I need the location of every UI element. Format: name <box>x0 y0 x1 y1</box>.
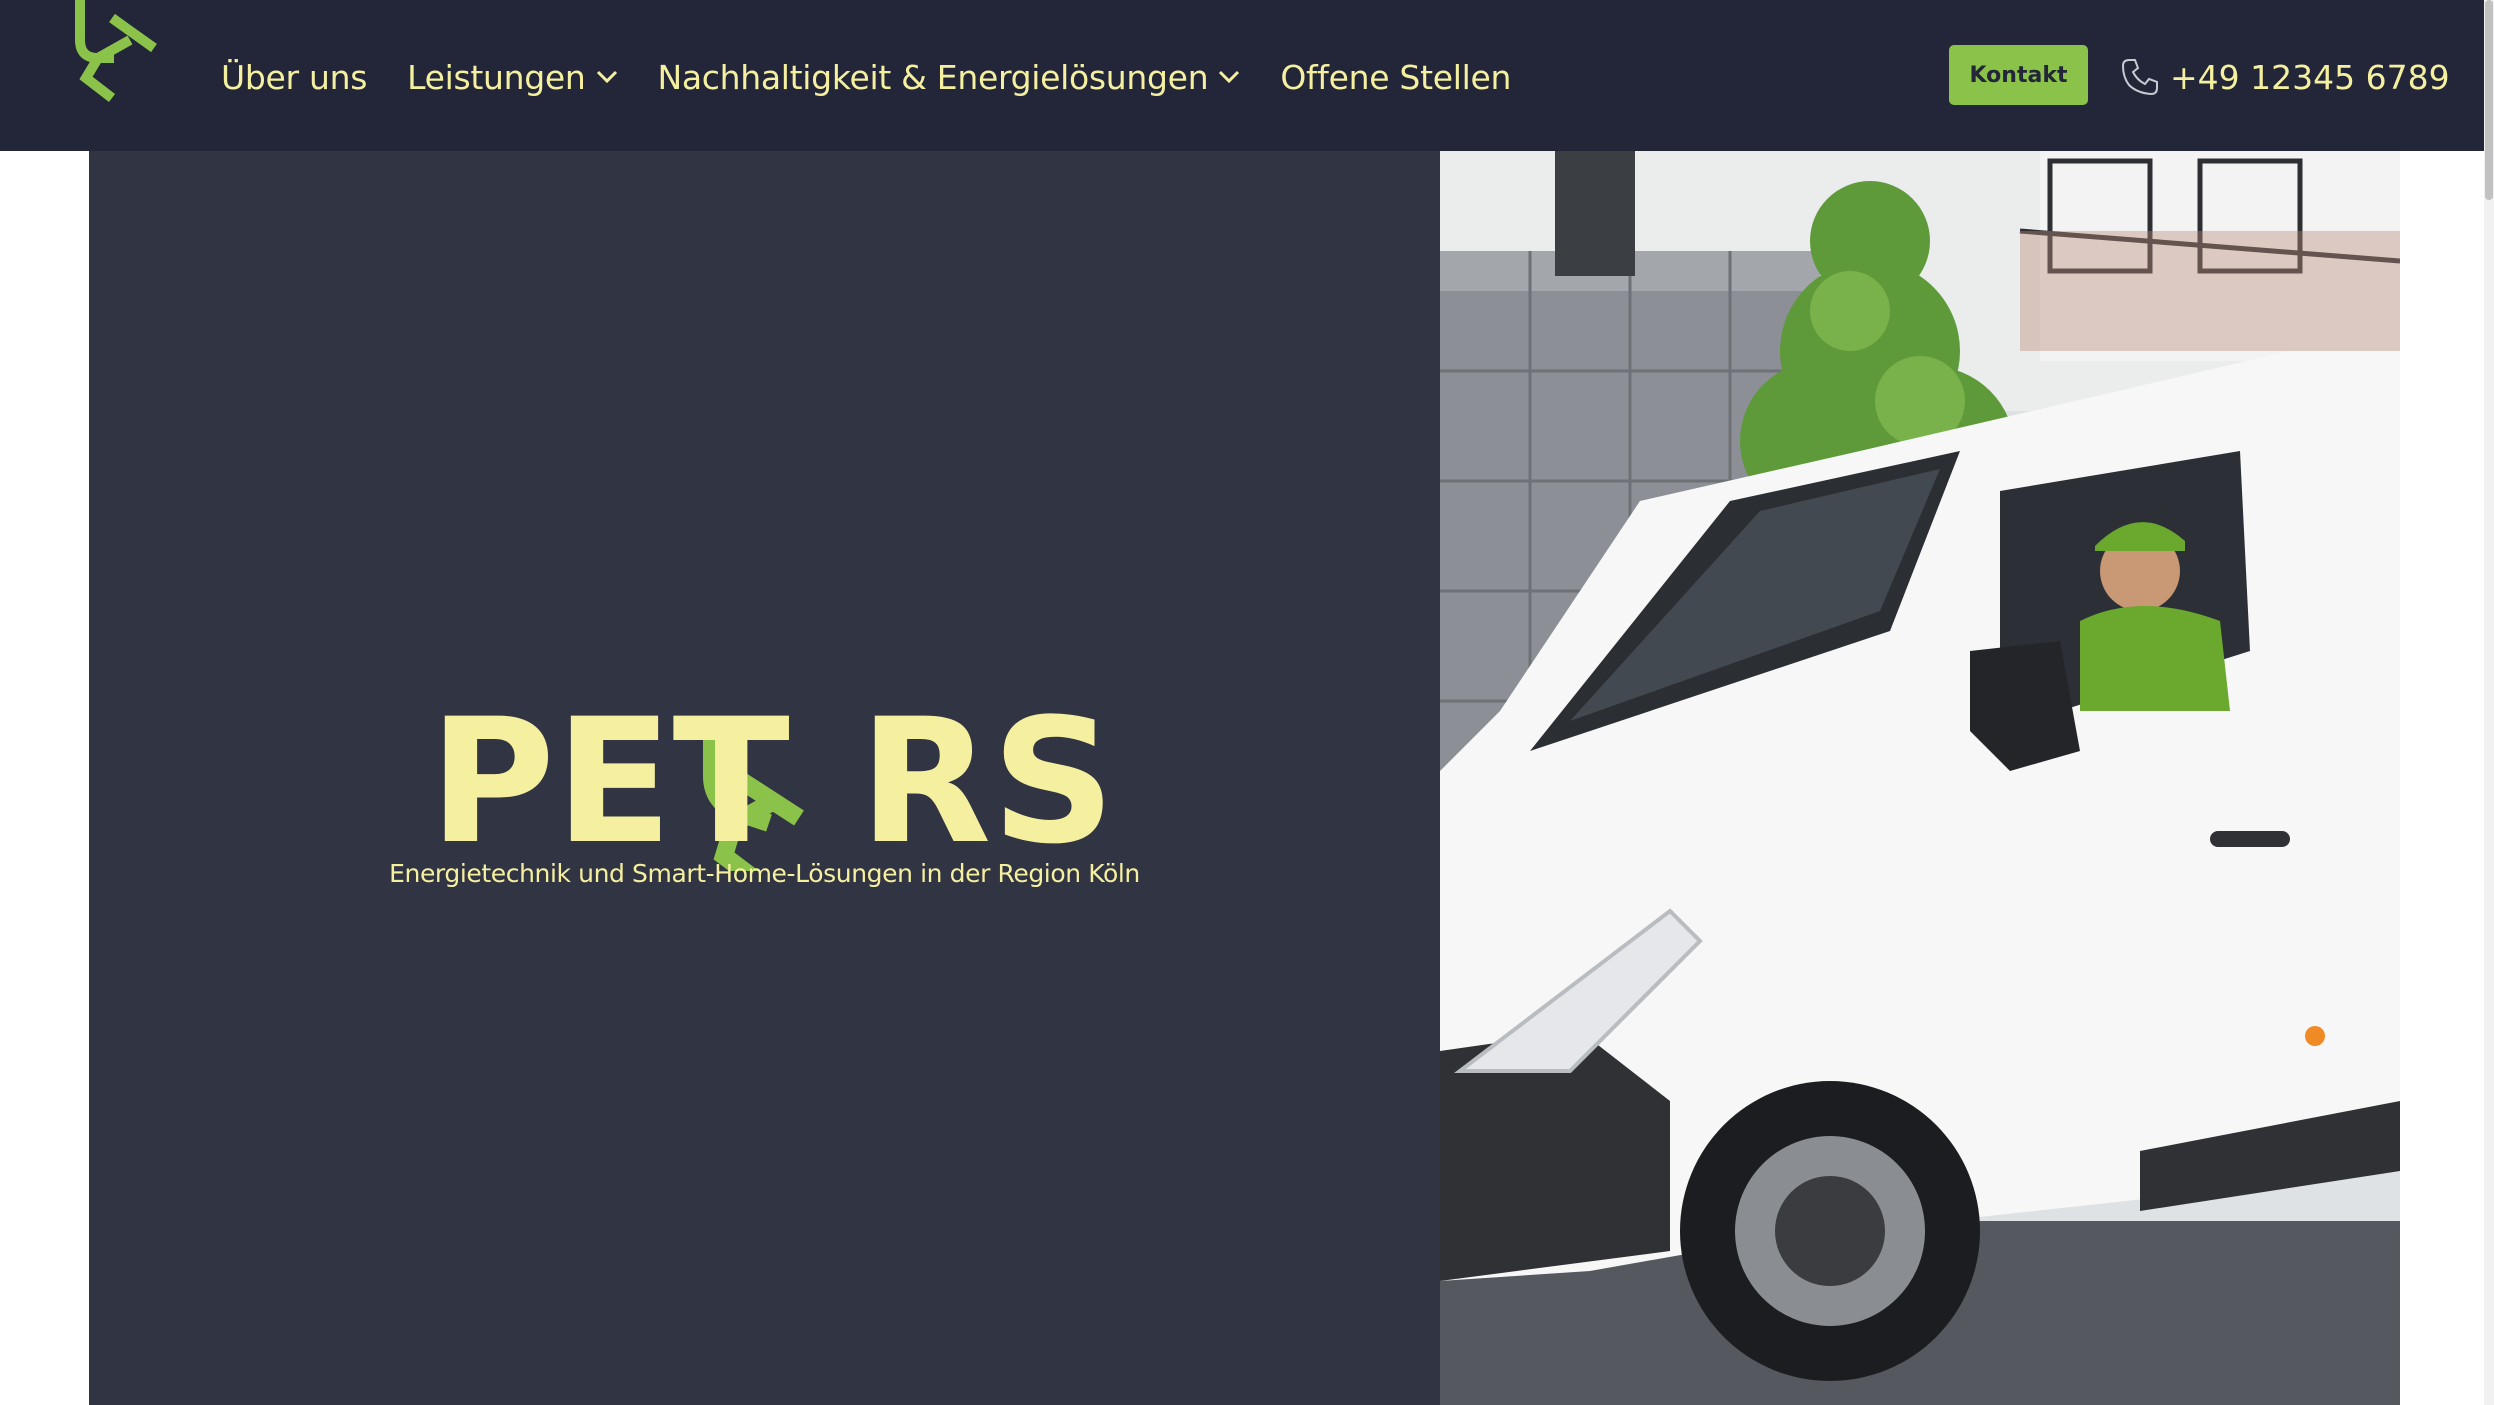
phone-icon <box>2121 59 2158 96</box>
nav-item-ueber-uns[interactable]: Über uns <box>221 58 367 97</box>
delivery-van-photo <box>1440 151 2400 1405</box>
hero-image <box>1440 151 2400 1405</box>
brand-text-right: RS <box>859 681 1115 871</box>
phone-number: +49 12345 6789 <box>2170 57 2450 97</box>
peters-logo: PET RS <box>429 681 1115 871</box>
nav-item-leistungen[interactable]: Leistungen <box>407 58 617 97</box>
nav-item-offene-stellen[interactable]: Offene Stellen <box>1280 58 1511 97</box>
nav-item-nachhaltigkeit[interactable]: Nachhaltigkeit & Energielösungen <box>658 58 1241 97</box>
hero-tagline: Energietechnik und Smart-Home-Lösungen i… <box>389 859 1140 888</box>
nav-label: Über uns <box>221 57 368 97</box>
scrollbar-thumb[interactable] <box>2485 0 2493 200</box>
nav-label: Nachhaltigkeit & Energielösungen <box>657 57 1209 97</box>
site-header: Über uns Leistungen Nachhaltigkeit & Ene… <box>0 0 2484 151</box>
chevron-down-icon <box>596 70 617 84</box>
chevron-down-icon <box>1219 70 1240 84</box>
hero-brand-panel: PET RS Energietechnik und Smart-Home-Lös… <box>89 151 1440 1405</box>
page-scrollbar[interactable] <box>2484 0 2494 1405</box>
kontakt-button[interactable]: Kontakt <box>1949 45 2088 105</box>
logo-icon[interactable] <box>70 0 160 104</box>
nav-label: Leistungen <box>407 57 586 97</box>
nav-label: Offene Stellen <box>1280 57 1512 97</box>
phone-link[interactable]: +49 12345 6789 <box>2120 52 2450 102</box>
brand-text-left: PET <box>429 681 790 871</box>
main-nav: Über uns Leistungen Nachhaltigkeit & Ene… <box>221 52 1551 102</box>
